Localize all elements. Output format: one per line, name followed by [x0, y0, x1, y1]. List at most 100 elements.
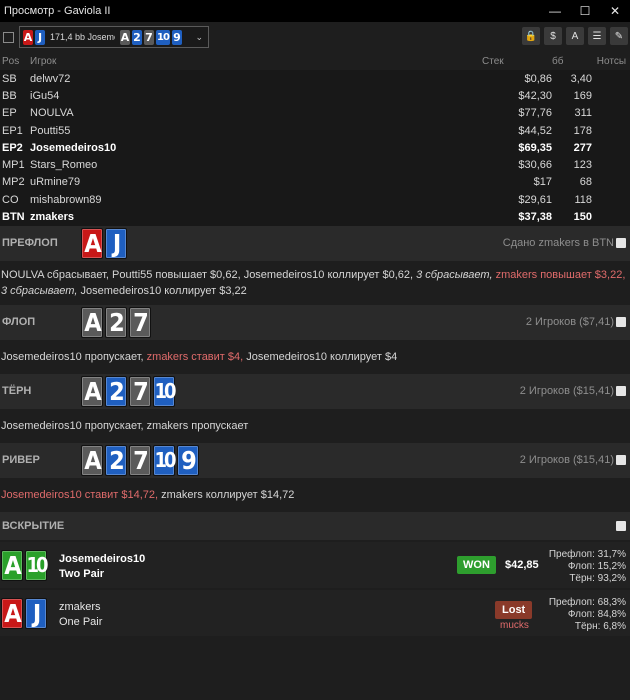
mini-card: A — [23, 29, 33, 45]
notes-cell — [592, 121, 630, 140]
table-row[interactable]: BTN zmakers $37,38 150 — [0, 208, 630, 226]
tool-buttons: 🔒 $ A ☰ ✎ — [522, 27, 628, 45]
playing-card: 10 — [153, 375, 177, 407]
notes-cell — [592, 70, 630, 88]
col-bb[interactable]: бб — [552, 52, 592, 70]
col-player[interactable]: Игрок — [30, 52, 482, 70]
showdown-checkbox[interactable] — [616, 520, 626, 531]
position-cell: SB — [0, 70, 30, 88]
street-preflop: ПРЕФЛОП A J Сдано zmakers в BTN — [0, 225, 630, 261]
player-name: Josemedeiros10 — [59, 552, 146, 565]
equity-line: Префлоп: 68,3% — [549, 597, 626, 609]
notes-cell — [592, 104, 630, 122]
street-checkbox[interactable] — [616, 317, 626, 328]
select-hand-checkbox[interactable] — [3, 31, 14, 43]
table-row[interactable]: MP2 uRmine79 $17 68 — [0, 173, 630, 192]
stack-cell: $77,76 — [482, 104, 552, 122]
close-icon[interactable]: ✕ — [600, 0, 630, 22]
hand-selector[interactable]: AJ 171,4 bb Josemedeiros10 A27109 ⌄ — [19, 26, 209, 48]
position-cell: BB — [0, 87, 30, 105]
equity-line: Тёрн: 93,2% — [549, 573, 626, 585]
street-info: Сдано zmakers в BTN — [502, 237, 614, 250]
chevron-down-icon[interactable]: ⌄ — [195, 32, 203, 43]
col-stack[interactable]: Стек — [482, 52, 552, 70]
street-title: ПРЕФЛОП — [2, 237, 58, 250]
bb-cell: 68 — [552, 173, 592, 192]
mucks-label: mucks — [500, 619, 529, 631]
action-text: Josemedeiros10 коллирует $4 — [246, 350, 398, 363]
maximize-icon[interactable]: ☐ — [570, 0, 600, 22]
table-row[interactable]: SB delwv72 $0,86 3,40 — [0, 70, 630, 88]
notes-cell — [592, 191, 630, 209]
stack-cell: $37,38 — [482, 208, 552, 226]
table-row[interactable]: BB iGu54 $42,30 169 — [0, 87, 630, 105]
table-header: Pos Игрок Стек бб Нотсы — [0, 52, 630, 70]
bb-cell: 277 — [552, 139, 592, 157]
showdown-title: ВСКРЫТИЕ — [2, 519, 65, 532]
equity-value: 15,2% — [597, 560, 626, 572]
table-row[interactable]: EP2 Josemedeiros10 $69,35 277 — [0, 139, 630, 157]
table-row[interactable]: EP1 Poutti55 $44,52 178 — [0, 121, 630, 140]
playing-card: A — [81, 444, 103, 476]
street-actions: Josemedeiros10 пропускает, zmakers пропу… — [0, 408, 630, 443]
equity-line: Флоп: 15,2% — [549, 561, 626, 573]
notes-cell — [592, 87, 630, 105]
equity-label: Префлоп: — [548, 596, 598, 608]
stack-cell: $44,52 — [482, 121, 552, 140]
col-pos[interactable]: Pos — [0, 52, 30, 70]
street-checkbox[interactable] — [616, 386, 626, 397]
street-title: ФЛОП — [2, 316, 36, 329]
dollar-icon[interactable]: $ — [544, 27, 562, 45]
position-cell: MP2 — [0, 173, 30, 192]
bb-cell: 123 — [552, 156, 592, 174]
players-table: Pos Игрок Стек бб Нотсы SB delwv72 $0,86 3,… — [0, 52, 630, 226]
col-notes[interactable]: Нотсы — [592, 52, 630, 70]
minimize-icon[interactable]: — — [540, 0, 570, 22]
mini-card: J — [35, 29, 45, 45]
player-name-cell: mishabrown89 — [30, 191, 482, 209]
playing-card: A — [81, 375, 103, 407]
bb-cell: 169 — [552, 87, 592, 105]
table-row[interactable]: EP NOULVA $77,76 311 — [0, 104, 630, 122]
equity-list: Префлоп: 31,7% Флоп: 15,2% Тёрн: 93,2% — [549, 549, 626, 585]
player-name-cell: zmakers — [30, 208, 482, 226]
equity-label: Тёрн: — [569, 572, 598, 584]
playing-card: J — [105, 227, 127, 259]
table-row[interactable]: MP1 Stars_Romeo $30,66 123 — [0, 156, 630, 174]
street-checkbox[interactable] — [616, 238, 626, 249]
street-checkbox[interactable] — [616, 455, 626, 466]
won-amount: $42,85 — [505, 558, 539, 571]
playing-card: 2 — [105, 306, 127, 338]
mini-card: 7 — [144, 29, 154, 45]
playing-card: A — [81, 227, 103, 259]
playing-card: A — [1, 549, 23, 581]
window-title: Просмотр - Gaviola II — [4, 5, 111, 17]
table-row[interactable]: CO mishabrown89 $29,61 118 — [0, 191, 630, 209]
player-name: zmakers — [59, 600, 101, 613]
mini-card: A — [120, 29, 130, 45]
street-info: 2 Игроков ($15,41) — [519, 454, 614, 467]
street-title: ТЁРН — [2, 385, 32, 398]
action-text: zmakers ставит $4, — [146, 350, 247, 363]
equity-label: Флоп: — [567, 560, 598, 572]
equity-value: 6,8% — [603, 620, 626, 632]
edit-icon[interactable]: ✎ — [610, 27, 628, 45]
equity-label: Флоп: — [567, 608, 598, 620]
action-text: Josemedeiros10 коллирует $3,22 — [80, 284, 247, 297]
playing-card: 10 — [25, 549, 49, 581]
street-flop: ФЛОП A 2 7 2 Игроков ($7,41) — [0, 304, 630, 340]
font-icon[interactable]: A — [566, 27, 584, 45]
action-text: zmakers повышает $3,22, — [495, 268, 626, 281]
stack-cell: $69,35 — [482, 139, 552, 157]
stack-cell: $30,66 — [482, 156, 552, 174]
position-cell: BTN — [0, 208, 30, 226]
action-text: 3 сбрасывает, — [1, 284, 81, 297]
street-cards: A27 — [81, 306, 151, 338]
title-bar: Просмотр - Gaviola II — ☐ ✕ — [0, 0, 630, 22]
player-hand-rank: One Pair — [59, 615, 103, 628]
list-icon[interactable]: ☰ — [588, 27, 606, 45]
lock-icon[interactable]: 🔒 — [522, 27, 540, 45]
board-cards: A 2 7 10 9 — [120, 29, 182, 45]
equity-line: Флоп: 84,8% — [549, 609, 626, 621]
mini-card: 2 — [132, 29, 142, 45]
